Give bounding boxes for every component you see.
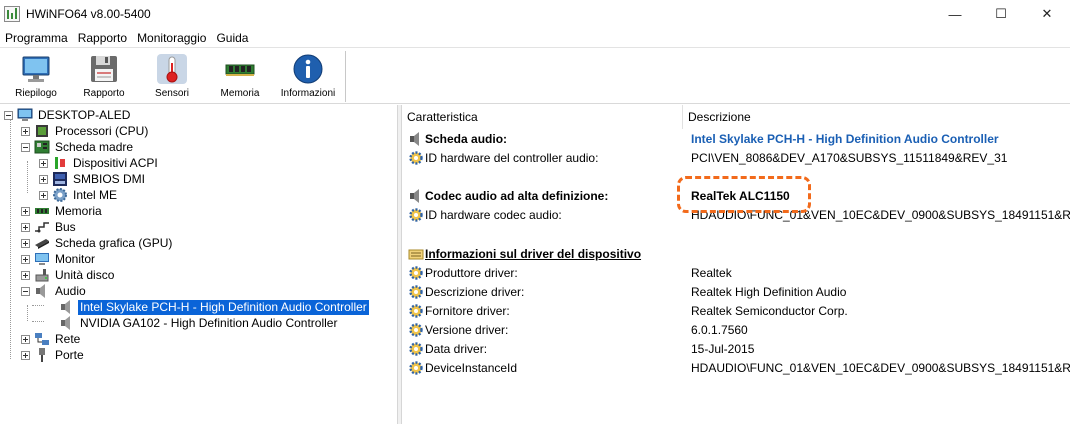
collapse-toggle[interactable] bbox=[4, 110, 13, 120]
table-row[interactable]: Versione driver: 6.0.1.7560 bbox=[402, 320, 1070, 339]
collapse-toggle[interactable] bbox=[21, 142, 30, 152]
gear-icon bbox=[409, 342, 423, 356]
window-title: HWiNFO64 v8.00-5400 bbox=[26, 7, 151, 21]
info-button[interactable]: Informazioni bbox=[274, 51, 342, 102]
expand-toggle[interactable] bbox=[21, 334, 30, 344]
speaker-icon bbox=[36, 284, 45, 298]
hwinfo-app-icon bbox=[4, 6, 20, 22]
expand-toggle[interactable] bbox=[21, 270, 30, 280]
memory-module-icon bbox=[35, 208, 49, 214]
expand-toggle[interactable] bbox=[21, 126, 30, 136]
column-header-description[interactable]: Descrizione bbox=[683, 105, 1070, 129]
motherboard-icon bbox=[34, 140, 50, 154]
tree-node-audio[interactable]: Audio bbox=[21, 283, 88, 299]
menu-bar: Programma Rapporto Monitoraggio Guida bbox=[0, 28, 1070, 48]
menu-monitoraggio[interactable]: Monitoraggio bbox=[132, 28, 211, 48]
window-controls: — ☐ ✕ bbox=[932, 0, 1070, 28]
speaker-icon bbox=[410, 189, 419, 203]
acpi-icon bbox=[55, 157, 65, 169]
menu-programma[interactable]: Programma bbox=[0, 28, 73, 48]
codec-highlight-annotation bbox=[677, 176, 811, 213]
report-button[interactable]: Rapporto bbox=[70, 51, 138, 102]
floppy-disk-icon bbox=[91, 56, 117, 82]
memory-button[interactable]: Memoria bbox=[206, 51, 274, 102]
expand-toggle[interactable] bbox=[21, 350, 30, 360]
gear-icon bbox=[409, 208, 423, 222]
expand-toggle[interactable] bbox=[21, 206, 30, 216]
tree-node-motherboard[interactable]: Scheda madre bbox=[21, 139, 135, 155]
menu-rapporto[interactable]: Rapporto bbox=[73, 28, 132, 48]
tree-node-monitor[interactable]: Monitor bbox=[21, 251, 97, 267]
tree-node-nvidia-audio[interactable]: NVIDIA GA102 - High Definition Audio Con… bbox=[59, 315, 339, 331]
speaker-icon bbox=[61, 316, 70, 330]
table-row[interactable]: Produttore driver: Realtek bbox=[402, 263, 1070, 282]
section-header-driver[interactable]: Informazioni sul driver del dispositivo bbox=[402, 244, 1070, 263]
table-row[interactable]: Descrizione driver: Realtek High Definit… bbox=[402, 282, 1070, 301]
expand-toggle[interactable] bbox=[21, 238, 30, 248]
table-row[interactable]: Data driver: 15-Jul-2015 bbox=[402, 339, 1070, 358]
memory-module-icon bbox=[225, 64, 255, 76]
graphics-card-icon bbox=[35, 239, 49, 249]
details-table: Caratteristica Descrizione Scheda audio:… bbox=[402, 105, 1070, 424]
close-button[interactable]: ✕ bbox=[1024, 0, 1070, 28]
speaker-icon bbox=[61, 300, 70, 314]
network-icon bbox=[35, 333, 49, 345]
expand-toggle[interactable] bbox=[39, 174, 48, 184]
tree-node-bus[interactable]: Bus bbox=[21, 219, 78, 235]
monitor-icon bbox=[22, 56, 50, 82]
hwinfo-window: HWiNFO64 v8.00-5400 — ☐ ✕ Programma Rapp… bbox=[0, 0, 1070, 424]
info-icon bbox=[293, 54, 323, 84]
computer-icon bbox=[17, 108, 33, 121]
dmi-icon bbox=[53, 172, 67, 186]
summary-button[interactable]: Riepilogo bbox=[2, 51, 70, 102]
expand-toggle[interactable] bbox=[39, 158, 48, 168]
table-row[interactable]: Fornitore driver: Realtek Semiconductor … bbox=[402, 301, 1070, 320]
monitor-icon bbox=[35, 253, 49, 265]
speaker-icon bbox=[410, 132, 419, 146]
gear-icon bbox=[409, 323, 423, 337]
column-header-feature[interactable]: Caratteristica bbox=[402, 105, 683, 129]
gear-icon bbox=[53, 188, 67, 202]
tree-node-intel-me[interactable]: Intel ME bbox=[39, 187, 119, 203]
maximize-button[interactable]: ☐ bbox=[978, 0, 1024, 28]
gear-icon bbox=[409, 361, 423, 375]
title-bar: HWiNFO64 v8.00-5400 — ☐ ✕ bbox=[0, 0, 1070, 28]
port-icon bbox=[39, 348, 45, 362]
driver-info-icon bbox=[408, 249, 424, 260]
tree-node-intel-audio[interactable]: Intel Skylake PCH-H - High Definition Au… bbox=[59, 298, 370, 316]
collapse-toggle[interactable] bbox=[21, 286, 30, 296]
tree-node-memory[interactable]: Memoria bbox=[21, 203, 104, 219]
table-row[interactable]: Scheda audio: Intel Skylake PCH-H - High… bbox=[402, 129, 1070, 148]
tree-node-desktop[interactable]: DESKTOP-ALED bbox=[4, 107, 132, 123]
tree-node-acpi[interactable]: Dispositivi ACPI bbox=[39, 155, 160, 171]
disk-drive-icon bbox=[35, 269, 49, 282]
thermometer-icon bbox=[157, 54, 187, 84]
tree-node-ports[interactable]: Porte bbox=[21, 347, 86, 363]
sensors-button[interactable]: Sensori bbox=[138, 51, 206, 102]
gear-icon bbox=[409, 285, 423, 299]
gear-icon bbox=[409, 304, 423, 318]
expand-toggle[interactable] bbox=[39, 190, 48, 200]
cpu-icon bbox=[36, 125, 48, 137]
tree-node-cpu[interactable]: Processori (CPU) bbox=[21, 123, 150, 139]
expand-toggle[interactable] bbox=[21, 222, 30, 232]
tree-node-disk[interactable]: Unità disco bbox=[21, 267, 116, 283]
gear-icon bbox=[409, 266, 423, 280]
menu-guida[interactable]: Guida bbox=[211, 28, 253, 48]
toolbar: Riepilogo Rapporto Sensori Memoria Infor… bbox=[0, 49, 1070, 104]
table-row[interactable]: DeviceInstanceId HDAUDIO\FUNC_01&VEN_10E… bbox=[402, 358, 1070, 377]
bus-icon bbox=[35, 222, 49, 233]
minimize-button[interactable]: — bbox=[932, 0, 978, 28]
tree-node-gpu[interactable]: Scheda grafica (GPU) bbox=[21, 235, 174, 251]
tree-node-network[interactable]: Rete bbox=[21, 331, 82, 347]
expand-toggle[interactable] bbox=[21, 254, 30, 264]
tree-node-smbios[interactable]: SMBIOS DMI bbox=[39, 171, 147, 187]
gear-icon bbox=[409, 151, 423, 165]
table-row[interactable]: ID hardware del controller audio: PCI\VE… bbox=[402, 148, 1070, 167]
device-tree: DESKTOP-ALED Processori (CPU) Scheda mad… bbox=[0, 105, 397, 424]
